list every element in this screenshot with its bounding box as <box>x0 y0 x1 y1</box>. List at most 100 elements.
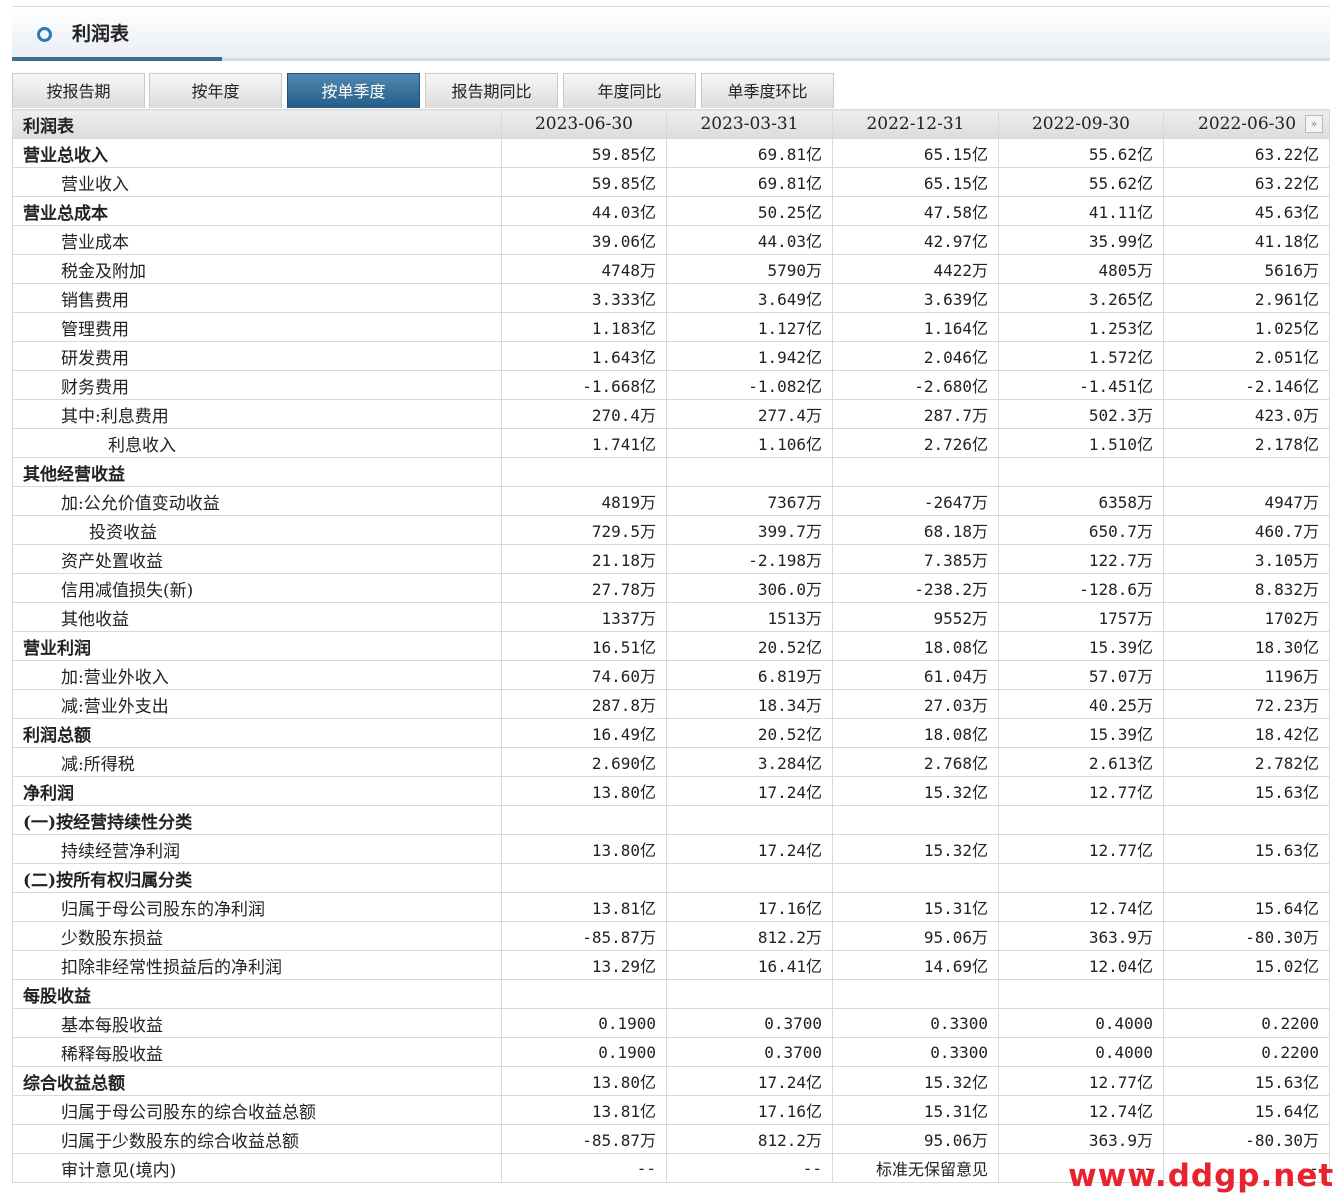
value-cell: 40.25万 <box>998 689 1164 719</box>
value-cell: -85.87万 <box>501 1124 667 1154</box>
value-cell: 18.08亿 <box>832 631 999 661</box>
table-row: 营业总收入 59.85亿 69.81亿 65.15亿 55.62亿 63.22亿 <box>12 138 1330 168</box>
value-cell: 3.639亿 <box>832 283 999 313</box>
value-cell: -1.668亿 <box>501 370 667 400</box>
value-cell <box>832 863 999 893</box>
value-cell: 69.81亿 <box>666 167 833 197</box>
value-cell <box>666 979 833 1009</box>
value-cell: 1513万 <box>666 602 833 632</box>
value-cell: 4819万 <box>501 486 667 516</box>
value-cell: 1337万 <box>501 602 667 632</box>
table-row: 其中:利息费用 270.4万 277.4万 287.7万 502.3万 423.0万 <box>12 399 1330 429</box>
row-label: 其他经营收益 <box>12 457 502 487</box>
row-label: 财务费用 <box>12 370 502 400</box>
value-cell: 4805万 <box>998 254 1164 284</box>
value-cell: 7367万 <box>666 486 833 516</box>
table-row: 信用减值损失(新) 27.78万 306.0万 -238.2万 -128.6万 8.832… <box>12 573 1330 603</box>
site-watermark: www.ddgp.net <box>1068 1158 1335 1194</box>
row-label: 基本每股收益 <box>12 1008 502 1038</box>
value-cell: 63.22亿 <box>1163 167 1330 197</box>
table-row: 营业利润 16.51亿 20.52亿 18.08亿 15.39亿 18.30亿 <box>12 631 1330 661</box>
tab-quarter-qoq[interactable]: 单季度环比 <box>701 73 834 108</box>
value-cell: 2.178亿 <box>1163 428 1330 458</box>
value-cell <box>998 805 1164 835</box>
value-cell <box>666 457 833 487</box>
value-cell: 812.2万 <box>666 1124 833 1154</box>
table-row: 少数股东损益 -85.87万 812.2万 95.06万 363.9万 -80.30万 <box>12 921 1330 951</box>
value-cell: 502.3万 <box>998 399 1164 429</box>
value-cell: 12.77亿 <box>998 776 1164 806</box>
table-row: 加:公允价值变动收益 4819万 7367万 -2647万 6358万 4947万 <box>12 486 1330 516</box>
tab-report-period-yoy[interactable]: 报告期同比 <box>425 73 558 108</box>
value-cell <box>1163 979 1330 1009</box>
table-row: 研发费用 1.643亿 1.942亿 2.046亿 1.572亿 2.051亿 <box>12 341 1330 371</box>
header-cell-date: 2022-06-30 » <box>1163 109 1330 139</box>
value-cell: 1.164亿 <box>832 312 999 342</box>
row-label: 信用减值损失(新) <box>12 573 502 603</box>
value-cell: 4947万 <box>1163 486 1330 516</box>
header-cell-date: 2022-09-30 <box>998 109 1164 139</box>
row-label: 审计意见(境内) <box>12 1153 502 1183</box>
row-label: 投资收益 <box>12 515 502 545</box>
value-cell: 0.2200 <box>1163 1037 1330 1067</box>
value-cell: 5616万 <box>1163 254 1330 284</box>
value-cell: 13.81亿 <box>501 892 667 922</box>
value-cell: -238.2万 <box>832 573 999 603</box>
tab-by-year[interactable]: 按年度 <box>149 73 282 108</box>
value-cell: 0.3700 <box>666 1008 833 1038</box>
value-cell: 287.8万 <box>501 689 667 719</box>
value-cell: 6358万 <box>998 486 1164 516</box>
header-date-label: 2022-06-30 <box>1198 114 1297 134</box>
value-cell: 270.4万 <box>501 399 667 429</box>
row-label: 减:营业外支出 <box>12 689 502 719</box>
row-label: 少数股东损益 <box>12 921 502 951</box>
row-label: 减:所得税 <box>12 747 502 777</box>
table-row: 利息收入 1.741亿 1.106亿 2.726亿 1.510亿 2.178亿 <box>12 428 1330 458</box>
header-accent-bar <box>12 57 222 61</box>
value-cell: 13.80亿 <box>501 1066 667 1096</box>
value-cell <box>501 805 667 835</box>
value-cell <box>501 457 667 487</box>
value-cell: 3.333亿 <box>501 283 667 313</box>
value-cell: 39.06亿 <box>501 225 667 255</box>
tab-by-report-period[interactable]: 按报告期 <box>12 73 145 108</box>
table-row: 持续经营净利润 13.80亿 17.24亿 15.32亿 12.77亿 15.63亿 <box>12 834 1330 864</box>
row-label: 持续经营净利润 <box>12 834 502 864</box>
row-label: 营业总收入 <box>12 138 502 168</box>
value-cell: 2.690亿 <box>501 747 667 777</box>
value-cell: 15.32亿 <box>832 1066 999 1096</box>
tab-annual-yoy[interactable]: 年度同比 <box>563 73 696 108</box>
value-cell: 15.39亿 <box>998 718 1164 748</box>
row-label: 其中:利息费用 <box>12 399 502 429</box>
value-cell: 17.24亿 <box>666 834 833 864</box>
value-cell: 3.649亿 <box>666 283 833 313</box>
value-cell: 15.31亿 <box>832 892 999 922</box>
value-cell: 363.9万 <box>998 921 1164 951</box>
value-cell: 15.39亿 <box>998 631 1164 661</box>
value-cell: 63.22亿 <box>1163 138 1330 168</box>
value-cell: 17.24亿 <box>666 776 833 806</box>
value-cell: 17.16亿 <box>666 892 833 922</box>
next-columns-icon[interactable]: » <box>1305 115 1323 133</box>
row-label: 营业总成本 <box>12 196 502 226</box>
table-row: 综合收益总额 13.80亿 17.24亿 15.32亿 12.77亿 15.63亿 <box>12 1066 1330 1096</box>
value-cell: 2.726亿 <box>832 428 999 458</box>
value-cell <box>832 805 999 835</box>
value-cell: 68.18万 <box>832 515 999 545</box>
tab-by-single-quarter[interactable]: 按单季度 <box>287 73 420 108</box>
value-cell: 6.819万 <box>666 660 833 690</box>
value-cell: 8.832万 <box>1163 573 1330 603</box>
value-cell: 399.7万 <box>666 515 833 545</box>
value-cell: 35.99亿 <box>998 225 1164 255</box>
value-cell: 1.572亿 <box>998 341 1164 371</box>
value-cell: 标准无保留意见 <box>832 1153 999 1183</box>
value-cell: 20.52亿 <box>666 718 833 748</box>
value-cell: -2.146亿 <box>1163 370 1330 400</box>
value-cell: 15.64亿 <box>1163 1095 1330 1125</box>
value-cell: 1.510亿 <box>998 428 1164 458</box>
table-header-row: 利润表 2023-06-30 2023-03-31 2022-12-31 202… <box>12 109 1330 139</box>
row-label: 利润总额 <box>12 718 502 748</box>
value-cell: 287.7万 <box>832 399 999 429</box>
value-cell: 1.643亿 <box>501 341 667 371</box>
value-cell: 12.77亿 <box>998 834 1164 864</box>
